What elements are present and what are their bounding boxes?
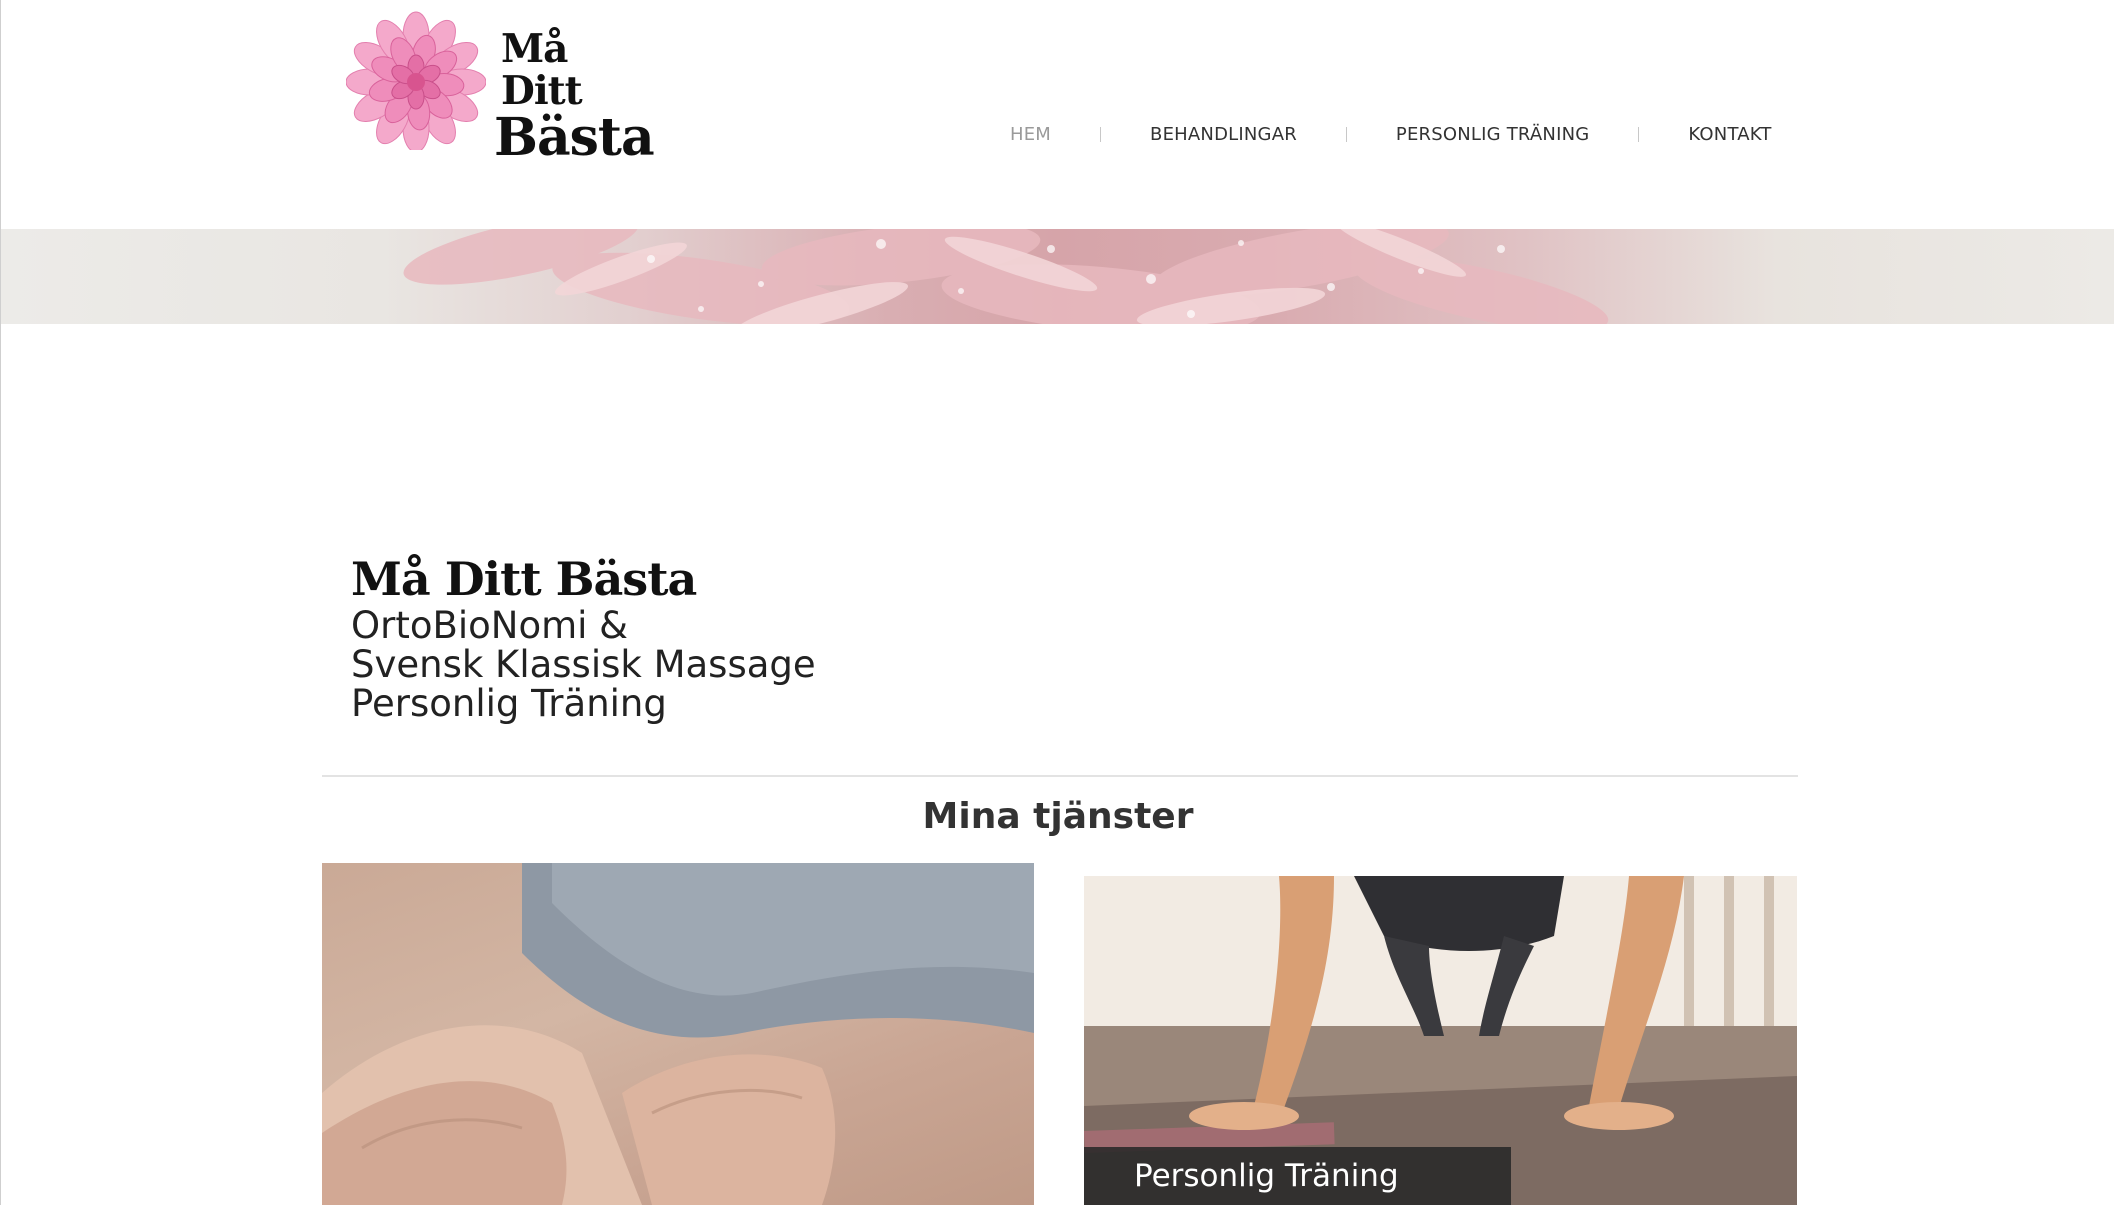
- massage-photo: [322, 863, 1034, 1205]
- nav-item-hem[interactable]: HEM: [961, 124, 1100, 145]
- flower-logo-icon: [346, 11, 486, 150]
- site-logo[interactable]: Må Ditt Bästa: [346, 10, 655, 164]
- intro-line: OrtoBioNomi &: [351, 604, 629, 647]
- logo-wordmark: Må Ditt Bästa: [494, 26, 655, 168]
- hero-banner-image: [1, 229, 2114, 324]
- intro-line: Personlig Träning: [351, 682, 667, 725]
- page: Må Ditt Bästa HEM BEHANDLINGAR PERSONLIG…: [0, 0, 2114, 1205]
- service-card-massage[interactable]: [322, 863, 1034, 1205]
- nav-item-personlig-traning[interactable]: PERSONLIG TRÄNING: [1347, 124, 1638, 145]
- nav-item-kontakt[interactable]: KONTAKT: [1639, 124, 1820, 145]
- nav-item-behandlingar[interactable]: BEHANDLINGAR: [1101, 124, 1346, 145]
- logo-line-2: Bästa: [494, 107, 655, 168]
- intro-services-list: OrtoBioNomi & Svensk Klassisk Massage Pe…: [351, 606, 816, 723]
- petal-banner-graphic: [403, 229, 1609, 324]
- logo-line-1: Må Ditt: [501, 26, 583, 114]
- intro-line: Svensk Klassisk Massage: [351, 643, 816, 686]
- section-divider: [322, 775, 1798, 777]
- services-heading: Mina tjänster: [922, 796, 1194, 837]
- main-nav: HEM BEHANDLINGAR PERSONLIG TRÄNING KONTA…: [961, 122, 1821, 146]
- service-card-label: Personlig Träning: [1084, 1147, 1511, 1205]
- intro-title: Må Ditt Bästa: [351, 552, 697, 606]
- service-card-personlig-traning[interactable]: Personlig Träning: [1084, 876, 1797, 1205]
- site-header: Må Ditt Bästa HEM BEHANDLINGAR PERSONLIG…: [1, 0, 2114, 229]
